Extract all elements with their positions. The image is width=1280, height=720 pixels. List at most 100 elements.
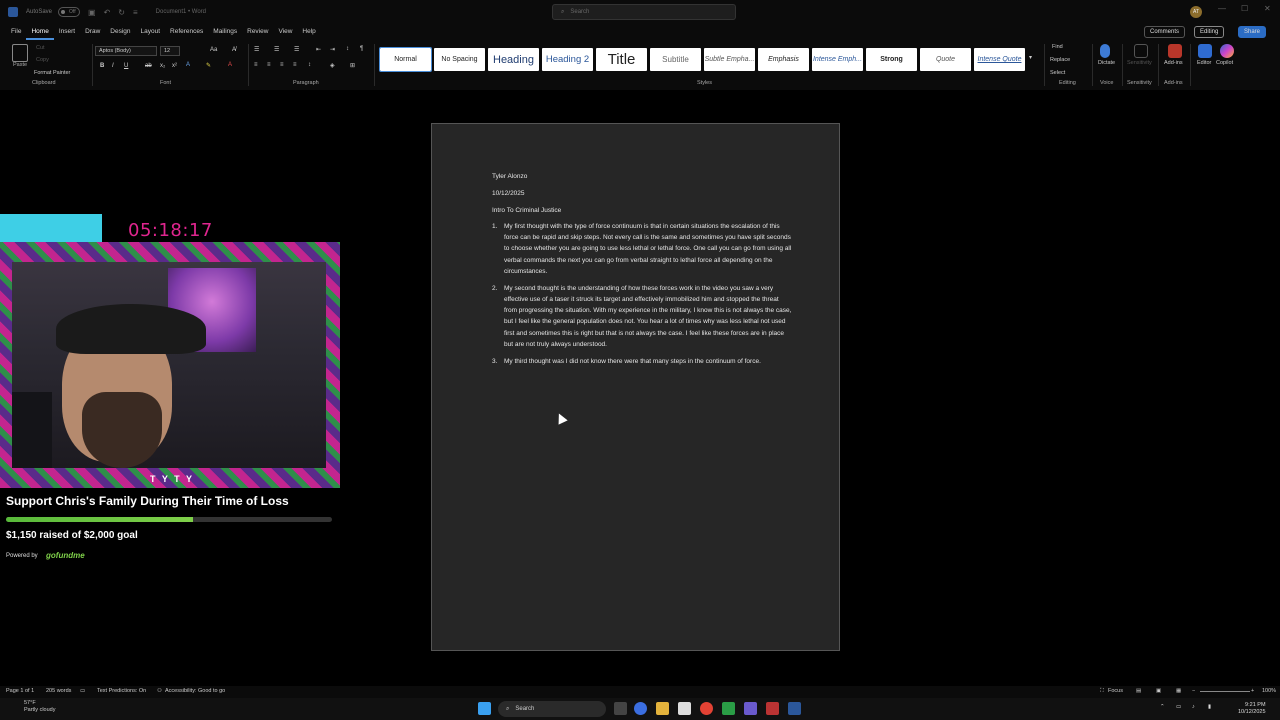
list-item[interactable]: 1. My first thought with the type of for… [492, 221, 792, 277]
addins-icon[interactable] [1168, 44, 1182, 58]
discord-icon[interactable] [744, 702, 757, 715]
copy-button[interactable]: Copy [36, 57, 49, 63]
copilot-icon[interactable] [1220, 44, 1234, 58]
volume-icon[interactable]: ♪ [1192, 704, 1195, 711]
numbering-icon[interactable]: ☰ [274, 46, 279, 53]
store-icon[interactable] [678, 702, 691, 715]
document-page[interactable]: Tyler Alonzo 10/12/2025 Intro To Crimina… [431, 123, 840, 651]
shading-icon[interactable]: ◈ [330, 62, 335, 69]
weather-widget[interactable]: 57°F Partly cloudy [10, 700, 56, 714]
superscript-button[interactable]: x² [172, 63, 177, 69]
align-right-icon[interactable]: ≡ [280, 62, 284, 68]
cut-button[interactable]: Cut [36, 45, 45, 51]
tab-insert[interactable]: Insert [54, 24, 80, 40]
share-button[interactable]: Share [1238, 26, 1267, 38]
proofing-icon[interactable]: ▭ [80, 688, 85, 694]
autosave-toggle[interactable]: Off [58, 7, 81, 17]
search-input[interactable]: ⌕ Search [552, 4, 736, 20]
page-count[interactable]: Page 1 of 1 [6, 688, 34, 694]
editor-button[interactable]: Editor [1197, 60, 1211, 66]
highlight-icon[interactable]: ✎ [206, 62, 211, 69]
style-heading-2[interactable]: Heading 2 [542, 48, 593, 71]
change-case-icon[interactable]: Aa [210, 47, 217, 53]
avatar[interactable]: AT [1190, 6, 1202, 18]
multilevel-list-icon[interactable]: ☰ [294, 46, 299, 53]
tab-help[interactable]: Help [297, 24, 320, 40]
taskbar-search[interactable]: ⌕ Search [498, 701, 606, 717]
style-strong[interactable]: Strong [866, 48, 917, 71]
subscript-button[interactable]: x₂ [160, 63, 165, 69]
style-normal[interactable]: Normal [379, 47, 432, 72]
task-view-icon[interactable] [614, 702, 627, 715]
xbox-icon[interactable] [722, 702, 735, 715]
font-name-select[interactable]: Aptos (Body) [95, 46, 157, 56]
borders-icon[interactable]: ⊞ [350, 62, 355, 69]
file-explorer-icon[interactable] [656, 702, 669, 715]
save-icon[interactable]: ▣ [88, 8, 96, 17]
strikethrough-button[interactable]: ab [145, 63, 152, 69]
replace-button[interactable]: Replace [1050, 57, 1070, 63]
text-effects-icon[interactable]: A [186, 62, 190, 68]
word-taskbar-icon[interactable] [788, 702, 801, 715]
style-intense-emphasis[interactable]: Intense Emph... [812, 48, 863, 71]
accessibility-status[interactable]: Accessibility: Good to go [165, 688, 225, 694]
editor-icon[interactable] [1198, 44, 1212, 58]
editing-mode-button[interactable]: Editing [1194, 26, 1225, 38]
zoom-level[interactable]: 100% [1262, 688, 1276, 694]
style-quote[interactable]: Quote [920, 48, 971, 71]
word-count[interactable]: 205 words [46, 688, 71, 694]
select-button[interactable]: Select [1050, 70, 1065, 76]
read-mode-icon[interactable]: ▤ [1136, 688, 1141, 694]
underline-button[interactable]: U [124, 63, 128, 69]
redo-icon[interactable]: ↻ [118, 8, 125, 17]
align-center-icon[interactable]: ≡ [267, 62, 271, 68]
minimize-icon[interactable]: — [1218, 4, 1226, 13]
styles-more-icon[interactable]: ▾ [1029, 54, 1032, 61]
course-title[interactable]: Intro To Criminal Justice [492, 207, 561, 214]
document-date[interactable]: 10/12/2025 [492, 190, 525, 197]
tab-layout[interactable]: Layout [136, 24, 166, 40]
justify-icon[interactable]: ≡ [293, 62, 297, 68]
dictate-button[interactable]: Dictate [1098, 60, 1115, 66]
addins-button[interactable]: Add-ins [1164, 60, 1183, 66]
chrome-icon[interactable] [700, 702, 713, 715]
copilot-taskbar-icon[interactable] [634, 702, 647, 715]
style-intense-quote[interactable]: Intense Quote [974, 48, 1025, 71]
line-spacing-icon[interactable]: ↕ [308, 62, 311, 68]
format-painter-button[interactable]: Format Painter [34, 70, 70, 76]
copilot-button[interactable]: Copilot [1216, 60, 1233, 66]
text-predictions-status[interactable]: Text Predictions: On [97, 688, 146, 694]
increase-indent-icon[interactable]: ⇥ [330, 46, 335, 53]
find-button[interactable]: Find [1052, 44, 1063, 50]
style-title[interactable]: Title [596, 48, 647, 71]
clear-formatting-icon[interactable]: A̸ [232, 47, 236, 53]
style-subtitle[interactable]: Subtitle [650, 48, 701, 71]
network-icon[interactable]: ▭ [1176, 704, 1181, 711]
sort-icon[interactable]: ↕ [346, 46, 349, 52]
tab-design[interactable]: Design [105, 24, 135, 40]
bold-button[interactable]: B [100, 63, 104, 69]
web-layout-icon[interactable]: ▦ [1176, 688, 1181, 694]
tab-home[interactable]: Home [26, 24, 54, 40]
comments-button[interactable]: Comments [1144, 26, 1186, 38]
tray-chevron-icon[interactable]: ⌃ [1160, 704, 1165, 711]
font-color-icon[interactable]: A [228, 62, 232, 68]
tab-references[interactable]: References [165, 24, 208, 40]
paste-button[interactable]: Paste [13, 62, 27, 68]
zoom-in-icon[interactable]: + [1251, 688, 1254, 694]
italic-button[interactable]: I [112, 63, 114, 69]
author-name[interactable]: Tyler Alonzo [492, 173, 527, 180]
zoom-out-icon[interactable]: − [1192, 688, 1195, 694]
show-formatting-icon[interactable]: ¶ [360, 46, 363, 52]
battery-icon[interactable]: ▮ [1208, 704, 1211, 711]
focus-button[interactable]: Focus [1108, 688, 1123, 694]
style-no-spacing[interactable]: No Spacing [434, 48, 485, 71]
style-subtle-emphasis[interactable]: Subtle Empha... [704, 48, 755, 71]
customize-toolbar-icon[interactable]: ≡ [133, 8, 138, 17]
bullets-icon[interactable]: ☰ [254, 46, 259, 53]
decrease-indent-icon[interactable]: ⇤ [316, 46, 321, 53]
style-emphasis[interactable]: Emphasis [758, 48, 809, 71]
font-size-select[interactable]: 12 [160, 46, 180, 56]
align-left-icon[interactable]: ≡ [254, 62, 258, 68]
start-icon[interactable] [478, 702, 491, 715]
